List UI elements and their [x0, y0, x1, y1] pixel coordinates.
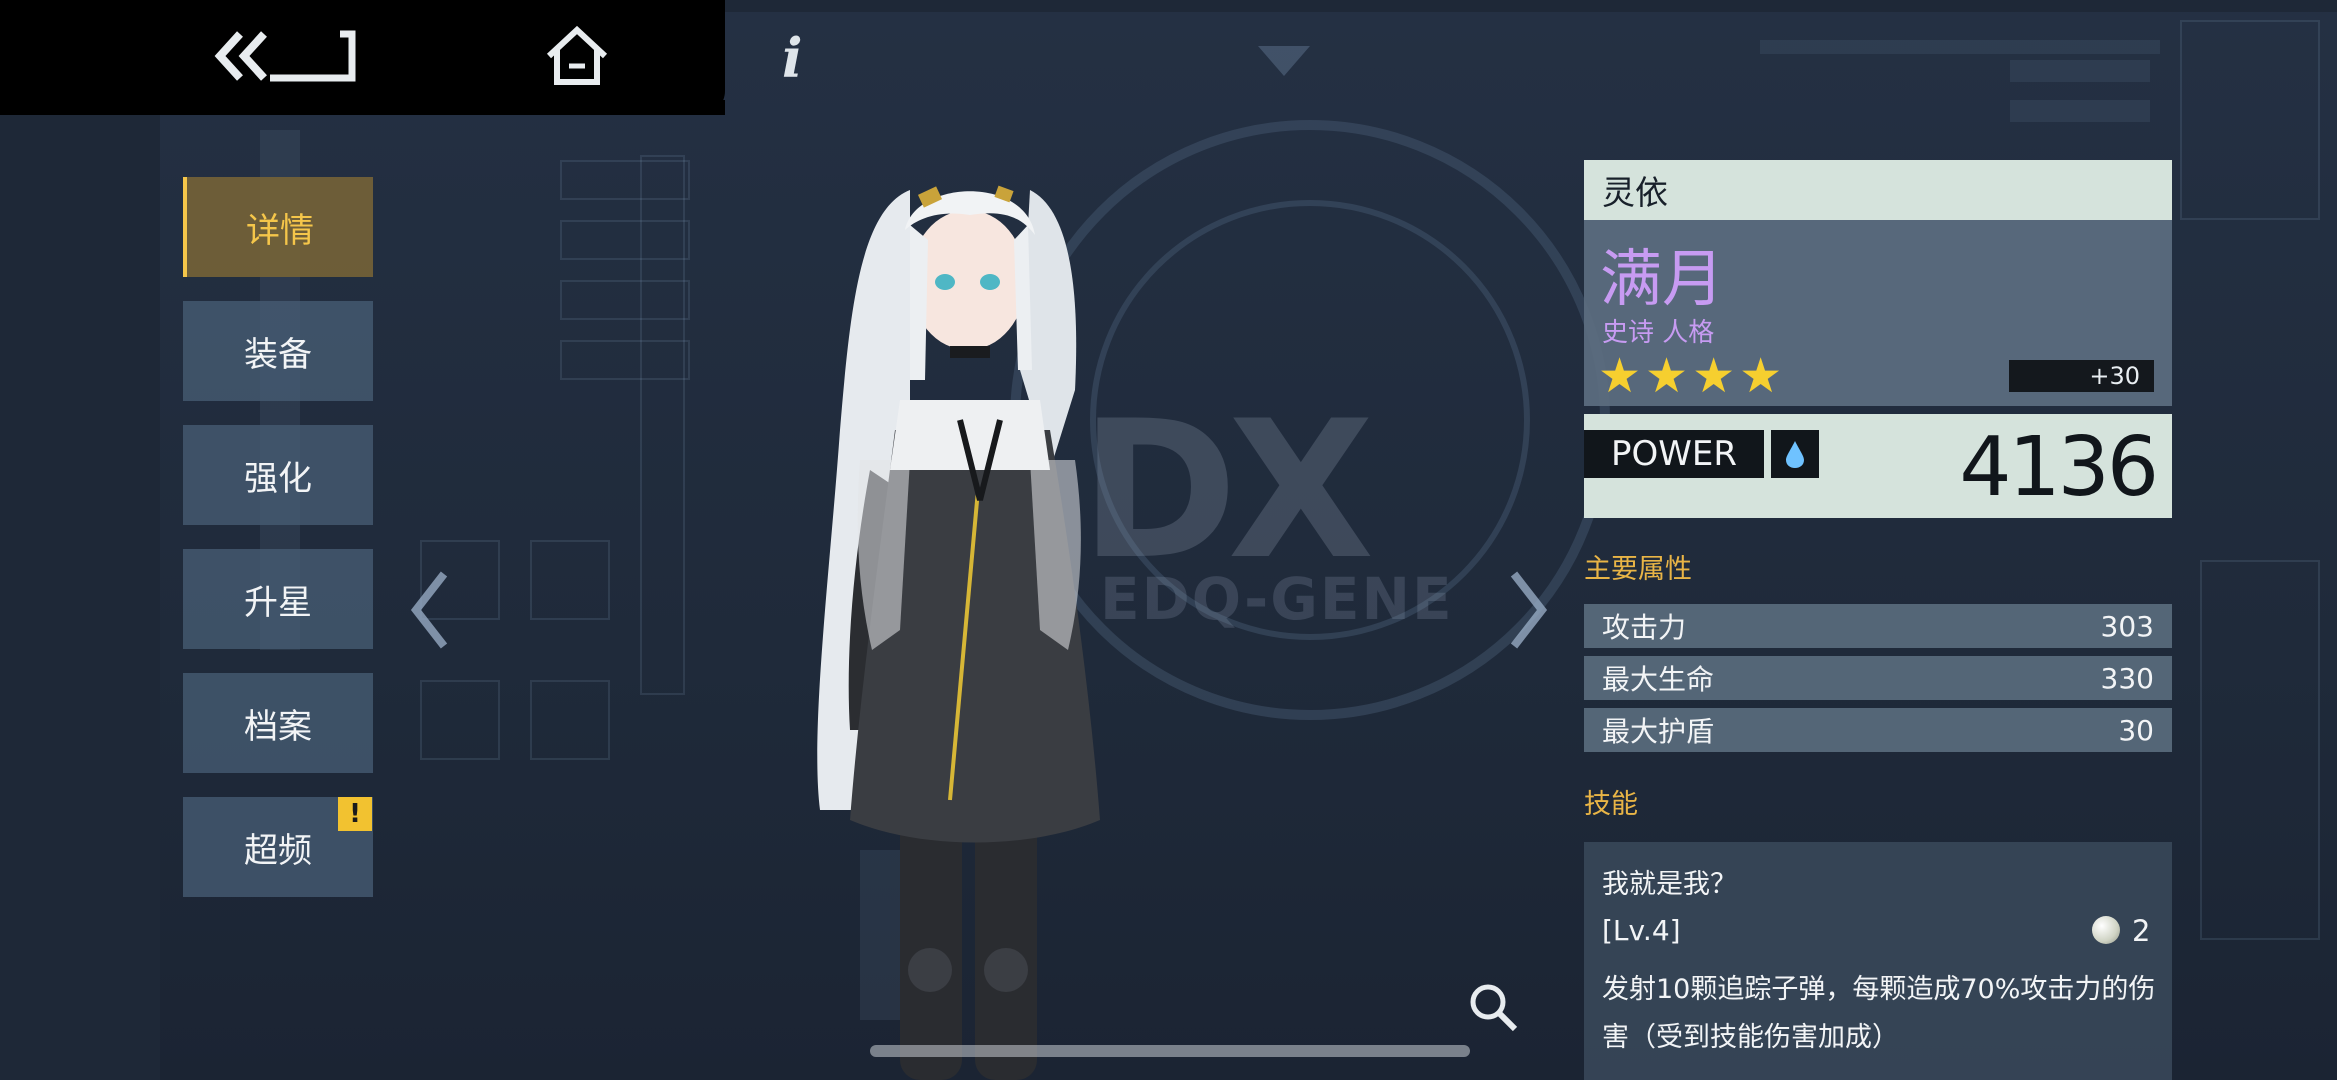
background-grid — [560, 160, 690, 200]
character-name: 灵依 — [1584, 160, 2172, 220]
power-label: POWER — [1584, 430, 1764, 478]
home-icon[interactable] — [545, 24, 609, 88]
star-rating: ★★★★ — [1598, 348, 1787, 404]
skill-card[interactable]: 我就是我？ [Lv.4] 2 发射10颗追踪子弹，每颗造成70%攻击力的伤害（受… — [1584, 842, 2172, 1080]
chevron-right-icon[interactable] — [1508, 570, 1548, 654]
stat-row-max-shield: 最大护盾 30 — [1584, 708, 2172, 752]
stat-label: 最大护盾 — [1602, 715, 1715, 748]
nav-tab-star-up[interactable]: 升星 — [183, 549, 373, 649]
info-icon[interactable]: i — [782, 26, 803, 90]
skill-cost: 2 — [2132, 914, 2151, 948]
background-grid — [2200, 560, 2320, 940]
top-bar-extension — [155, 100, 725, 115]
nav-tab-enhance[interactable]: 强化 — [183, 425, 373, 525]
back-icon[interactable] — [212, 26, 362, 86]
background-grid — [560, 280, 690, 320]
stat-value: 330 — [2100, 661, 2154, 695]
stat-row-attack: 攻击力 303 — [1584, 604, 2172, 648]
stat-value: 303 — [2100, 609, 2154, 643]
water-element-icon — [1771, 430, 1819, 478]
skill-level: [Lv.4] — [1602, 914, 1681, 947]
background-logo-sub: EDQ-GENE — [1100, 565, 1454, 633]
chevron-left-icon[interactable] — [410, 570, 450, 654]
background-grid — [560, 220, 690, 260]
stat-label: 最大生命 — [1602, 663, 1715, 696]
background-grid — [2180, 20, 2320, 220]
persona-rarity: 史诗 人格 — [1602, 318, 1715, 348]
nav-tab-archive[interactable]: 档案 — [183, 673, 373, 773]
background-grid — [530, 680, 610, 760]
screen: DX EDQ-GENE i 详情 装备 强化 升星 档案 超频 ! 灵依 满月 … — [0, 0, 2337, 1080]
skills-title: 技能 — [1584, 789, 1638, 820]
background-grid — [560, 340, 690, 380]
stat-value: 30 — [2118, 713, 2154, 747]
attributes-title: 主要属性 — [1584, 554, 1692, 585]
skill-description: 发射10颗追踪子弹，每颗造成70%攻击力的伤害（受到技能伤害加成） — [1602, 974, 2156, 1053]
triangle-marker-icon — [1258, 46, 1310, 76]
top-bar — [0, 0, 725, 115]
power-card: POWER 4136 — [1584, 414, 2172, 518]
alert-badge: ! — [338, 797, 372, 831]
skill-name: 我就是我？ — [1602, 869, 1737, 900]
background-grid — [530, 540, 610, 620]
background-bar — [2010, 100, 2150, 122]
background-grid — [420, 680, 500, 760]
background-bar — [2010, 60, 2150, 82]
gesture-home-bar[interactable] — [870, 1045, 1470, 1057]
stat-label: 攻击力 — [1602, 611, 1687, 644]
persona-card: 满月 史诗 人格 ★★★★ +30 — [1584, 220, 2172, 406]
stat-row-max-hp: 最大生命 330 — [1584, 656, 2172, 700]
energy-orb-icon — [2092, 916, 2120, 944]
power-value: 4136 — [1959, 420, 2159, 515]
magnify-icon[interactable] — [1468, 982, 1520, 1038]
nav-tab-details[interactable]: 详情 — [183, 177, 373, 277]
bonus-badge: +30 — [2009, 360, 2154, 392]
background-bar — [1760, 40, 2160, 54]
nav-tab-equipment[interactable]: 装备 — [183, 301, 373, 401]
character-illustration — [817, 185, 1100, 1080]
persona-name: 满月 — [1600, 242, 1725, 315]
